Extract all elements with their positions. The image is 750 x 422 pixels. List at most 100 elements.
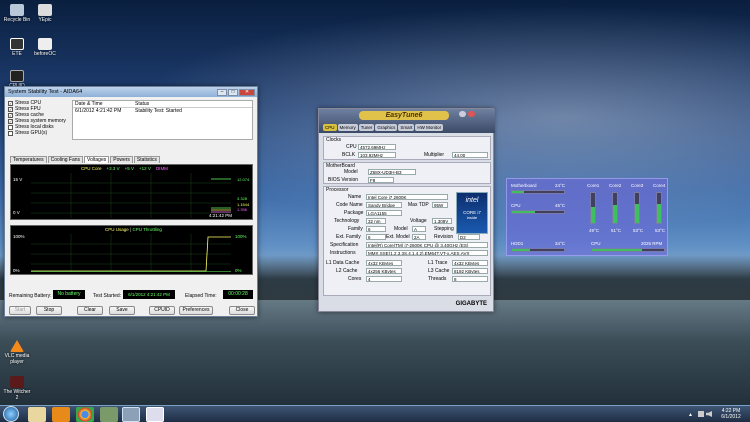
beforeoc-icon[interactable]: beforeOC (30, 38, 60, 57)
easytune-header[interactable]: EasyTune6 CPU Memory Tuner Graphics Smar… (319, 109, 495, 133)
tab-memory[interactable]: Memory (337, 124, 358, 131)
explorer-icon[interactable] (28, 407, 46, 422)
cores-value: 4 (366, 276, 402, 282)
value-12v: 12.074 (237, 177, 250, 182)
volume-icon[interactable] (706, 411, 712, 417)
check-label: Stress GPU(s) (15, 130, 48, 136)
tab-voltages[interactable]: Voltages (84, 156, 110, 163)
cpu-clock-label: CPU (346, 144, 357, 150)
voltage-label: Voltage (410, 218, 427, 224)
clear-button[interactable]: Clear (77, 306, 103, 315)
log-header-status[interactable]: Status (133, 101, 149, 107)
gigabyte-logo: GIGABYTE (455, 301, 487, 307)
app-icon[interactable] (100, 407, 118, 422)
maximize-button[interactable]: □ (228, 88, 238, 96)
multiplier-label: Multiplier (424, 152, 445, 158)
stop-button[interactable]: Stop (36, 306, 62, 315)
legend-3v3[interactable]: +3.3 V (107, 166, 120, 171)
core4-label: Core4 (653, 183, 666, 188)
network-icon[interactable] (698, 411, 704, 417)
cpu-temp-bar (511, 210, 565, 214)
graph-time: 4:21:42 PM (209, 213, 233, 218)
tab-cooling-fans[interactable]: Cooling Fans (47, 156, 84, 163)
bclk-label: BCLK (342, 152, 356, 158)
checkbox-empty-icon (8, 130, 13, 136)
stress-checks: ✓ Stress CPU ✓ Stress FPU ✓ Stress cache ✓ S… (8, 100, 70, 136)
icon-label: VLC media player (4, 353, 30, 365)
l1-trace-value: 4x32 KBytes (452, 260, 488, 266)
processor-title: Processor (326, 187, 349, 193)
icon-label: beforeOC (34, 51, 56, 57)
minimize-button[interactable]: – (217, 88, 227, 96)
start-orb-icon[interactable] (3, 406, 19, 422)
code-name-value: Sandy Bridge (366, 202, 402, 208)
close-button[interactable]: Close (229, 306, 255, 315)
tab-smart[interactable]: Smart (398, 124, 415, 131)
badge-brand: intel (465, 197, 479, 204)
code-name-label: Code Name (336, 202, 363, 208)
vlc-icon[interactable]: VLC media player (2, 340, 32, 365)
clock[interactable]: 4:22 PM 6/1/2012 (716, 408, 746, 420)
badge-line2: inside (466, 215, 478, 220)
cpuid-button[interactable]: CPUID (149, 306, 175, 315)
yepic-icon[interactable]: YEpic (30, 4, 60, 23)
tab-graphics[interactable]: Graphics (375, 124, 398, 131)
taskbar: ▲ 4:22 PM 6/1/2012 (0, 405, 750, 422)
easytune-task-icon[interactable] (122, 407, 140, 422)
core2-bar (612, 192, 618, 224)
proc-model-value: A (412, 226, 426, 232)
chrome-icon[interactable] (76, 407, 94, 422)
start-button[interactable]: Start (9, 306, 31, 315)
tab-statistics[interactable]: Statistics (133, 156, 160, 163)
check-stress-gpu[interactable]: Stress GPU(s) (8, 130, 70, 136)
tab-temperatures[interactable]: Temperatures (10, 156, 47, 163)
proc-model-label: Model (394, 226, 408, 232)
legend-12v[interactable]: +12 V (139, 166, 151, 171)
legend-dimm[interactable]: DIMM (156, 166, 168, 171)
legend-5v[interactable]: +5 V (125, 166, 134, 171)
recycle-bin-icon[interactable]: Recycle Bin (2, 4, 32, 23)
right-bottom-label: 0% (235, 268, 242, 273)
minimize-button[interactable] (459, 111, 466, 117)
tab-tuner[interactable]: Tuner (358, 124, 375, 131)
media-player-icon[interactable] (52, 407, 70, 422)
threads-value: 8 (452, 276, 488, 282)
cpu-usage-title: CPU Usage (105, 227, 129, 232)
tdp-value: 95W (432, 202, 448, 208)
core2-label: Core2 (609, 183, 622, 188)
l2-label: L2 Cache (336, 268, 358, 274)
package-label: Package (344, 210, 364, 216)
witcher-icon[interactable]: The Witcher 2 (2, 376, 32, 401)
fan-label: CPU (591, 241, 601, 246)
log-header-date[interactable]: Date & Time (73, 101, 133, 107)
log-row[interactable]: 6/1/2012 4:21:42 PM Stability Test: Star… (73, 108, 252, 115)
core1-temp: 49°C (589, 228, 600, 233)
core1-bar (590, 192, 596, 224)
tab-hw-monitor[interactable]: HW Monitor (415, 124, 444, 131)
preferences-button[interactable]: Preferences (179, 306, 213, 315)
aida64-task-icon[interactable] (146, 407, 164, 422)
hdd-temp: 34°C (555, 241, 566, 246)
l3-value: 8192 KBytes (452, 268, 488, 274)
ete-icon[interactable]: ETE (2, 38, 32, 57)
icon-label: ETE (12, 51, 22, 57)
close-window-button[interactable]: ✕ (239, 88, 255, 96)
tab-cpu[interactable]: CPU (323, 124, 337, 131)
legend-cpu-core[interactable]: CPU Core (81, 166, 102, 171)
threads-label: Threads (428, 276, 447, 282)
easytune-window: EasyTune6 CPU Memory Tuner Graphics Smar… (318, 108, 495, 312)
technology-label: Technology (334, 218, 360, 224)
checkbox-checked-icon: ✓ (8, 112, 13, 118)
l2-value: 4x256 KBytes (366, 268, 402, 274)
test-started-value: 6/1/2012 4:21:42 PM (123, 290, 175, 299)
proc-name-label: Name (348, 194, 362, 200)
save-button[interactable]: Save (109, 306, 135, 315)
close-window-button[interactable] (468, 111, 475, 117)
tray-arrow-icon[interactable]: ▲ (688, 412, 693, 418)
stability-titlebar[interactable]: System Stability Test - AIDA64 – □ ✕ (5, 87, 257, 97)
family-value: 6 (366, 226, 386, 232)
temperature-gadget[interactable]: Motherboard 24°C CPU 45°C HDD1 34°C Core… (506, 178, 668, 256)
tab-powers[interactable]: Powers (110, 156, 133, 163)
multiplier-value: 44.00 (452, 152, 488, 158)
intel-core-i7-badge: intel CORE i7 inside (456, 192, 488, 234)
